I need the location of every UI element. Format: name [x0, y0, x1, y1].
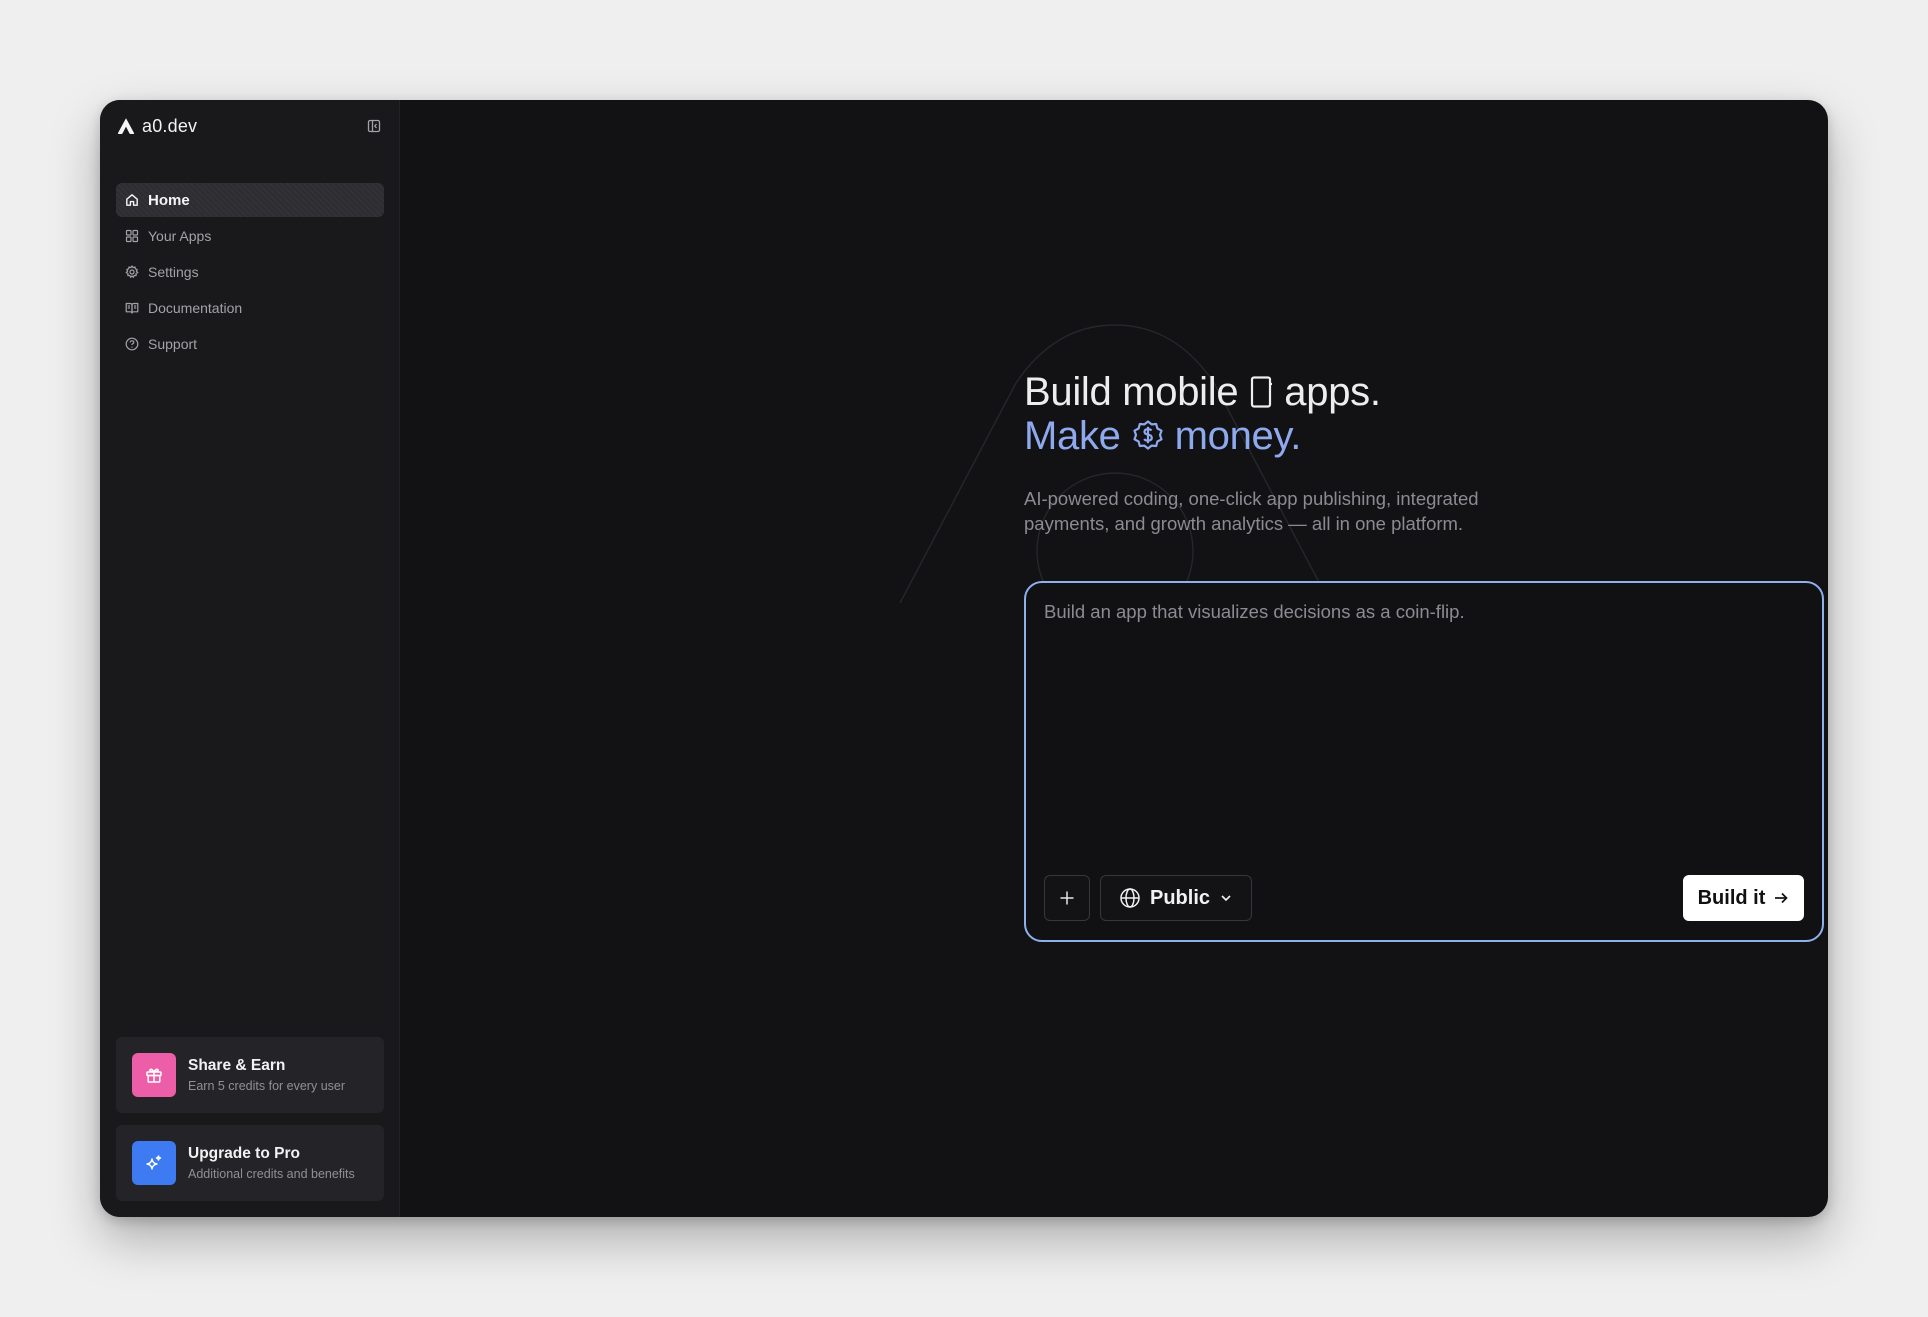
hero-headline-build: Build mobile [1024, 370, 1239, 414]
hero-headline-apps: apps. [1284, 370, 1381, 414]
share-earn-subtitle: Earn 5 credits for every user [188, 1079, 346, 1093]
plus-icon [1060, 891, 1074, 905]
add-attachment-button[interactable] [1044, 875, 1090, 921]
sparkles-icon [132, 1141, 176, 1185]
a0-logo-icon [117, 118, 135, 134]
prompt-composer: Public Build it [1024, 581, 1824, 942]
sidebar-item-support[interactable]: Support [116, 327, 384, 361]
sidebar-nav: Home Your Apps Settings Documentation Su… [116, 183, 384, 363]
upgrade-pro-card[interactable]: Upgrade to Pro Additional credits and be… [116, 1125, 384, 1201]
hero-subtitle: AI-powered coding, one-click app publish… [1024, 488, 1479, 534]
gift-icon [132, 1053, 176, 1097]
sidebar-item-your-apps[interactable]: Your Apps [116, 219, 384, 253]
upgrade-pro-title: Upgrade to Pro [188, 1145, 300, 1162]
home-icon [124, 192, 140, 208]
book-icon [124, 300, 140, 316]
brand-name: a0.dev [142, 115, 198, 136]
upgrade-pro-subtitle: Additional credits and benefits [188, 1167, 355, 1181]
sidebar-item-label: Home [148, 191, 190, 209]
dollar-badge-icon [1133, 420, 1163, 450]
app-window: a0.dev Home Your Apps Settings Documenta… [100, 100, 1828, 1217]
prompt-input[interactable] [1044, 601, 1804, 861]
sidebar-item-documentation[interactable]: Documentation [116, 291, 384, 325]
visibility-label: Public [1149, 886, 1210, 909]
hero: Build mobile apps. Make money. AI-powere… [1024, 370, 1544, 536]
sidebar-item-label: Support [148, 336, 198, 352]
chevron-down-icon [1221, 895, 1231, 902]
arrow-right-icon [1775, 892, 1789, 904]
sidebar-item-home[interactable]: Home [116, 183, 384, 217]
grid-icon [124, 228, 140, 244]
sidebar-item-label: Documentation [148, 300, 243, 316]
hero-headline-line2: Make money. [1024, 414, 1544, 458]
brand[interactable]: a0.dev [116, 114, 197, 138]
smartphone-icon [1251, 376, 1273, 408]
hero-headline-make: Make [1024, 414, 1121, 458]
sidebar-collapse-icon [367, 119, 381, 133]
main-content: Build mobile apps. Make money. AI-powere… [400, 100, 1828, 1217]
sidebar: a0.dev Home Your Apps Settings Documenta… [100, 100, 400, 1217]
sidebar-item-label: Settings [148, 264, 199, 280]
gear-icon [124, 264, 140, 280]
hero-headline-money: money. [1174, 414, 1302, 458]
help-circle-icon [124, 336, 140, 352]
visibility-dropdown[interactable]: Public [1100, 875, 1252, 921]
build-it-button[interactable]: Build it [1683, 875, 1804, 921]
hero-headline-line1: Build mobile apps. [1024, 370, 1544, 414]
build-it-label: Build it [1697, 886, 1766, 909]
share-earn-title: Share & Earn [188, 1057, 286, 1074]
share-earn-card[interactable]: Share & Earn Earn 5 credits for every us… [116, 1037, 384, 1113]
sidebar-collapse-button[interactable] [365, 117, 383, 135]
sidebar-item-label: Your Apps [148, 228, 212, 244]
sidebar-item-settings[interactable]: Settings [116, 255, 384, 289]
globe-icon [1120, 888, 1140, 908]
